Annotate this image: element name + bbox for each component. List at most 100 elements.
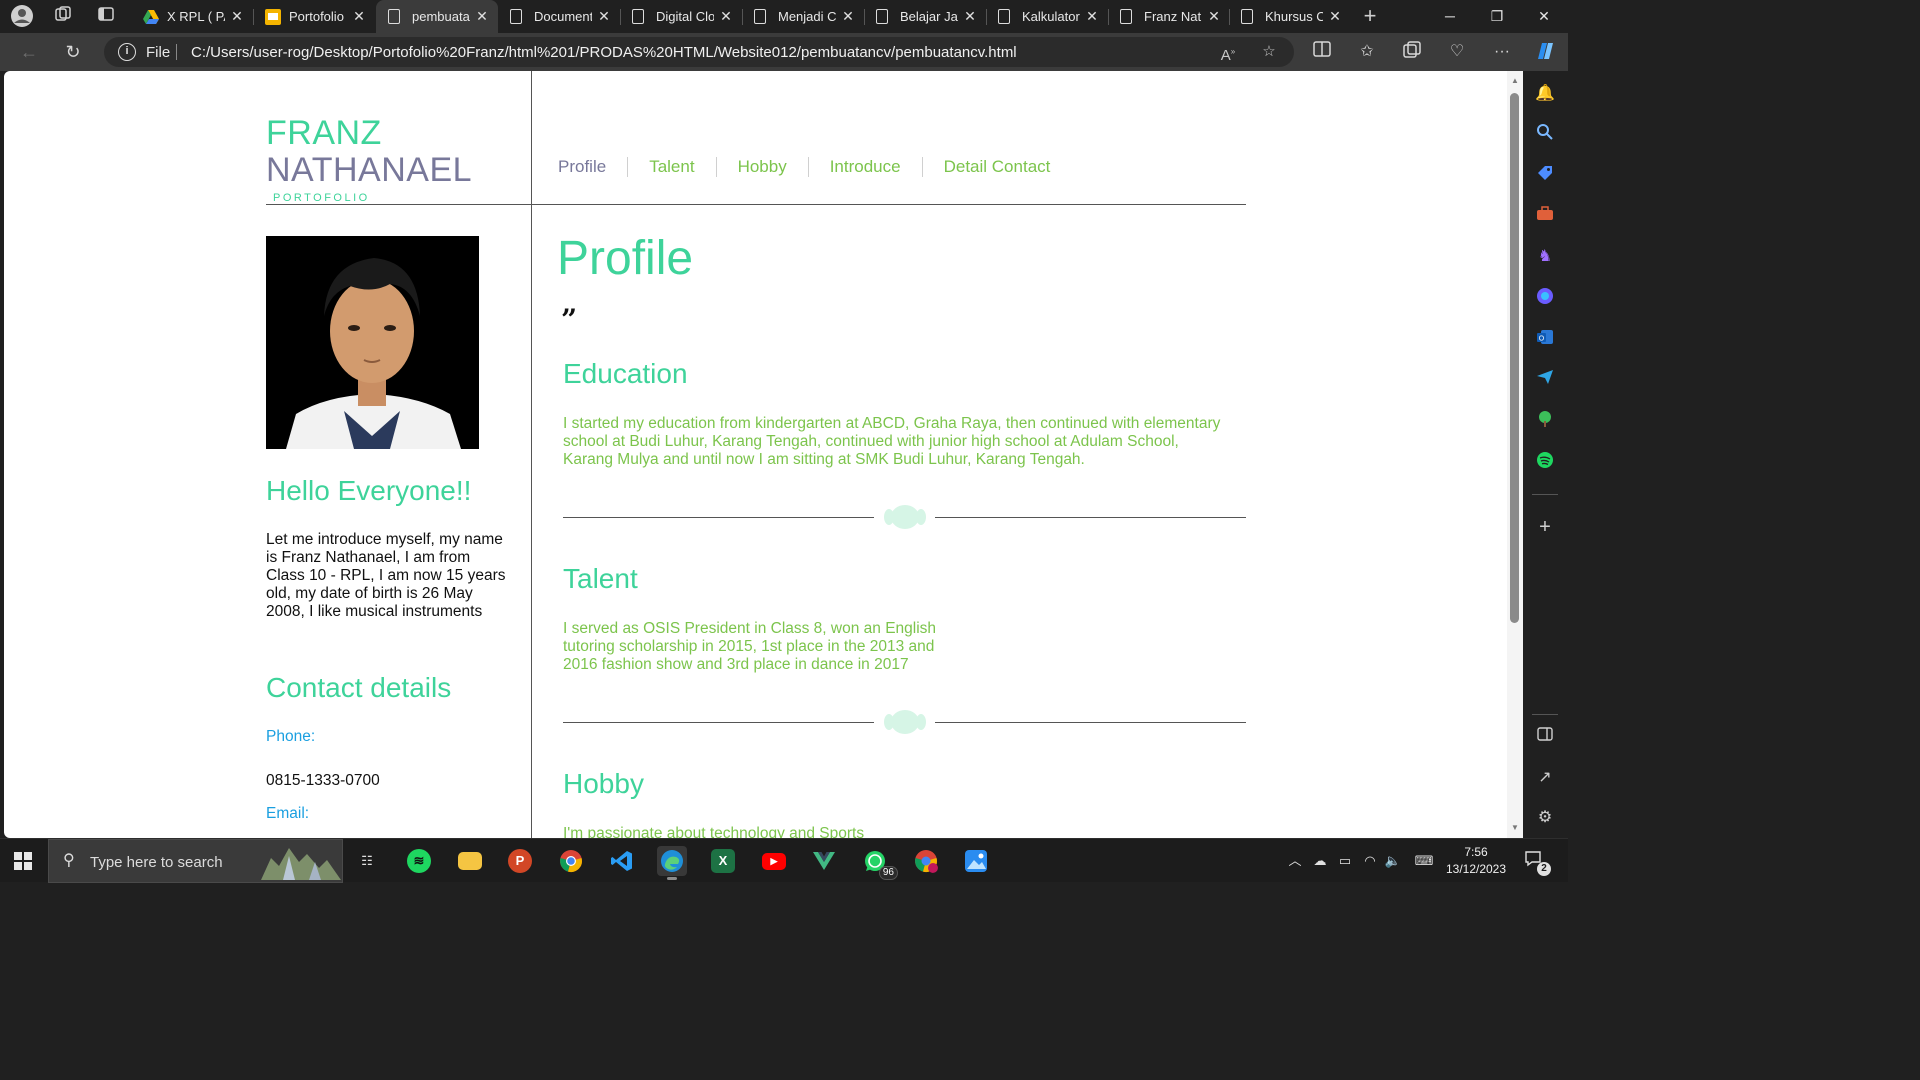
tab-belajar-java[interactable]: Belajar Jav ✕ xyxy=(864,0,986,33)
hide-sidebar-icon[interactable] xyxy=(1534,726,1556,748)
bell-icon[interactable]: 🔔 xyxy=(1534,83,1556,105)
wifi-icon[interactable]: ◠ xyxy=(1361,852,1379,870)
close-tab-icon[interactable]: ✕ xyxy=(840,8,856,24)
system-clock[interactable]: 7:56 13/12/2023 xyxy=(1438,844,1514,878)
nav-talent[interactable]: Talent xyxy=(627,157,715,177)
address-bar[interactable]: i File C:/Users/user-rog/Desktop/Portofo… xyxy=(104,37,1294,67)
tab-strip: X RPL ( PA ✕ Portofolio ✕ pembuata ✕ Doc… xyxy=(0,0,1568,33)
close-tab-icon[interactable]: ✕ xyxy=(1084,8,1100,24)
contact-heading: Contact details xyxy=(266,672,452,703)
tab-kalkulator[interactable]: Kalkulator ✕ xyxy=(986,0,1108,33)
tree-app-icon[interactable] xyxy=(1534,410,1556,432)
new-tab-icon[interactable]: + xyxy=(1358,5,1382,27)
tab-franz-nathanael[interactable]: Franz Nath ✕ xyxy=(1108,0,1230,33)
close-window-icon[interactable]: ✕ xyxy=(1521,0,1567,33)
profile-avatar-icon[interactable] xyxy=(10,4,34,27)
outlook-icon[interactable]: O xyxy=(1534,328,1556,350)
edge-icon[interactable] xyxy=(657,846,687,880)
search-icon[interactable] xyxy=(1534,123,1556,145)
split-screen-icon[interactable] xyxy=(1310,41,1334,63)
restore-icon[interactable]: ❐ xyxy=(1474,0,1520,33)
chrome-icon[interactable] xyxy=(556,846,586,876)
close-tab-icon[interactable]: ✕ xyxy=(718,8,734,24)
task-view-icon[interactable]: ☷ xyxy=(352,846,382,876)
volume-muted-icon[interactable]: 🔈 xyxy=(1384,852,1402,870)
file-explorer-icon[interactable] xyxy=(455,846,485,876)
tab-title: Belajar Jav xyxy=(900,9,958,24)
more-options-icon[interactable]: ··· xyxy=(1490,41,1514,63)
tab-pembuatancv[interactable]: pembuata ✕ xyxy=(376,0,498,33)
scroll-down-arrow-icon[interactable]: ▼ xyxy=(1510,824,1520,832)
excel-icon[interactable]: X xyxy=(708,846,738,876)
info-icon[interactable]: i xyxy=(118,43,136,61)
nav-profile[interactable]: Profile xyxy=(558,157,627,177)
education-text: I started my education from kindergarten… xyxy=(563,415,1221,468)
notification-center-icon[interactable]: 2 xyxy=(1524,850,1551,876)
toolbox-icon[interactable] xyxy=(1534,205,1556,227)
settings-gear-icon[interactable]: ⚙ xyxy=(1534,807,1556,829)
page-scrollbar[interactable]: ▲ ▼ xyxy=(1507,71,1523,838)
spotify-icon[interactable] xyxy=(1534,451,1556,473)
browser-essentials-icon[interactable]: ♡ xyxy=(1445,41,1469,63)
minimize-icon[interactable]: ─ xyxy=(1427,0,1473,33)
chess-games-icon[interactable]: ♞ xyxy=(1534,246,1556,268)
spotify-icon[interactable]: ≋ xyxy=(404,846,434,876)
close-tab-icon[interactable]: ✕ xyxy=(596,8,612,24)
shopping-tag-icon[interactable] xyxy=(1534,164,1556,186)
site-nav: Profile Talent Hobby Introduce Detail Co… xyxy=(558,157,1071,177)
nav-detail-contact[interactable]: Detail Contact xyxy=(921,157,1072,177)
email-label: Email: xyxy=(266,805,310,822)
open-external-icon[interactable]: ↗ xyxy=(1534,767,1556,789)
tab-digital-clock[interactable]: Digital Clo ✕ xyxy=(620,0,742,33)
close-tab-icon[interactable]: ✕ xyxy=(474,8,490,24)
url-text[interactable]: C:/Users/user-rog/Desktop/Portofolio%20F… xyxy=(191,44,1017,61)
notification-count: 2 xyxy=(1537,862,1551,876)
close-tab-icon[interactable]: ✕ xyxy=(1327,8,1343,24)
telegram-send-icon[interactable] xyxy=(1534,369,1556,391)
read-aloud-icon[interactable]: A» xyxy=(1217,42,1239,64)
address-separator xyxy=(176,44,177,60)
whatsapp-icon[interactable]: 96 xyxy=(860,846,898,880)
chrome-profile-icon[interactable] xyxy=(911,846,941,876)
tab-portofolio[interactable]: Portofolio ✕ xyxy=(253,0,375,33)
back-arrow-icon[interactable]: ← xyxy=(16,40,42,64)
vscode-icon[interactable] xyxy=(607,846,637,876)
collections-icon[interactable] xyxy=(1400,41,1424,63)
windows-start-icon[interactable] xyxy=(14,852,32,870)
refresh-icon[interactable]: ↻ xyxy=(60,40,86,64)
powerpoint-icon[interactable]: P xyxy=(505,846,535,876)
workspaces-icon[interactable] xyxy=(51,5,75,27)
tab-actions-icon[interactable] xyxy=(94,5,118,27)
site-info-label[interactable]: File xyxy=(146,44,170,61)
show-hidden-icons-chevron-icon[interactable]: ︿ xyxy=(1286,852,1304,870)
tab-x-rpl[interactable]: X RPL ( PA ✕ xyxy=(131,0,253,33)
google-drive-icon xyxy=(143,9,159,25)
close-tab-icon[interactable]: ✕ xyxy=(351,8,367,24)
microsoft-365-icon[interactable] xyxy=(1534,287,1556,309)
search-placeholder: Type here to search xyxy=(90,854,223,871)
tab-document[interactable]: Document ✕ xyxy=(498,0,620,33)
nav-introduce[interactable]: Introduce xyxy=(807,157,922,177)
photos-icon[interactable] xyxy=(961,846,991,876)
nav-hobby[interactable]: Hobby xyxy=(715,157,808,177)
favorites-icon[interactable]: ✩ xyxy=(1355,41,1379,63)
close-tab-icon[interactable]: ✕ xyxy=(1206,8,1222,24)
taskbar-search-box[interactable]: ⚲ Type here to search xyxy=(48,839,343,883)
tab-khursus[interactable]: Khursus C ✕ xyxy=(1229,0,1351,33)
scroll-up-arrow-icon[interactable]: ▲ xyxy=(1510,77,1520,85)
close-tab-icon[interactable]: ✕ xyxy=(962,8,978,24)
greeting-heading: Hello Everyone!! xyxy=(266,475,472,506)
keyboard-icon[interactable]: ⌨ xyxy=(1412,852,1436,870)
add-sidebar-app-icon[interactable]: + xyxy=(1534,516,1556,538)
onedrive-cloud-icon[interactable]: ☁ xyxy=(1311,852,1329,870)
phone-label: Phone: xyxy=(266,728,316,745)
tab-menjadi[interactable]: Menjadi C ✕ xyxy=(742,0,864,33)
copilot-icon[interactable] xyxy=(1533,39,1557,61)
scroll-thumb[interactable] xyxy=(1510,93,1519,623)
favorite-star-icon[interactable]: ☆ xyxy=(1258,42,1280,62)
vue-icon[interactable] xyxy=(809,846,839,876)
battery-icon[interactable]: ▭ xyxy=(1336,852,1354,870)
file-icon xyxy=(388,9,400,24)
close-tab-icon[interactable]: ✕ xyxy=(229,8,245,24)
youtube-icon[interactable]: ▶ xyxy=(759,846,789,876)
